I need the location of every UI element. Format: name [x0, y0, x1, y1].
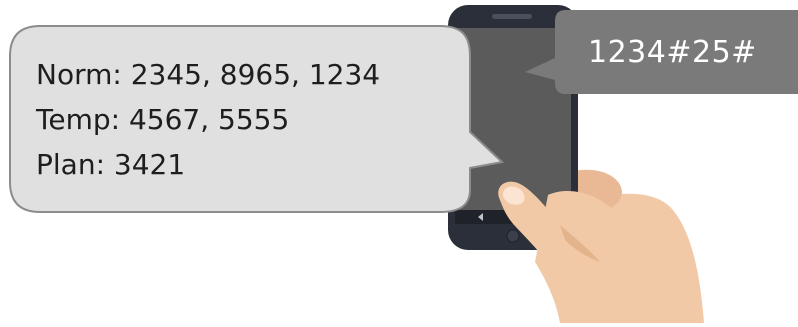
- reply-line-norm: Norm: 2345, 8965, 1234: [36, 58, 381, 91]
- reply-message: Norm: 2345, 8965, 1234 Temp: 4567, 5555 …: [36, 52, 380, 187]
- ussd-code: 1234#25#: [588, 35, 757, 70]
- scene: Norm: 2345, 8965, 1234 Temp: 4567, 5555 …: [0, 0, 798, 323]
- phone-home-button: [506, 229, 520, 243]
- reply-line-plan: Plan: 3421: [36, 148, 186, 181]
- reply-line-temp: Temp: 4567, 5555: [36, 103, 290, 136]
- phone-speaker: [492, 14, 532, 19]
